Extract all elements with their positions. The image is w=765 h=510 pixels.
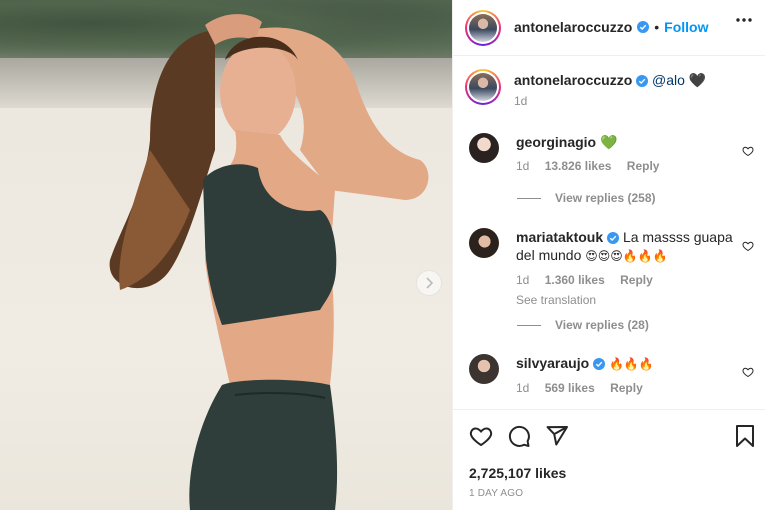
caption-mention[interactable]: @alo <box>652 72 685 88</box>
paper-plane-icon[interactable] <box>545 424 569 448</box>
caption-emoji: 🖤 <box>688 72 707 88</box>
heart-icon[interactable] <box>742 240 754 252</box>
view-replies-button[interactable]: View replies (28) <box>517 318 649 332</box>
photo-subject <box>109 14 429 510</box>
comment-emoji: 💚 <box>600 134 618 150</box>
post-date[interactable]: 1 DAY AGO <box>469 488 523 499</box>
separator-dot: • <box>654 19 660 35</box>
reply-button[interactable]: Reply <box>620 273 653 287</box>
post-header: antonelaroccuzzo • Follow <box>453 0 765 56</box>
post-actions: 2,725,107 likes 1 DAY AGO <box>453 410 765 510</box>
caption-time: 1d <box>514 94 528 108</box>
follow-button[interactable]: Follow <box>664 19 708 35</box>
comment-likes[interactable]: 569 likes <box>545 381 595 395</box>
comment-emoji: 😍😍😍🔥🔥🔥 <box>585 249 668 263</box>
bookmark-icon[interactable] <box>735 424 755 448</box>
comment-time: 1d <box>516 273 530 287</box>
comment-username[interactable]: silvyaraujo <box>516 355 589 371</box>
chevron-right-icon <box>426 277 434 289</box>
comment-item: silvyaraujo 🔥🔥🔥 1d 569 likes Reply <box>469 354 754 404</box>
comment-likes[interactable]: 1.360 likes <box>545 273 605 287</box>
commenter-avatar[interactable] <box>469 228 499 258</box>
verified-badge-icon <box>637 21 650 33</box>
author-avatar[interactable] <box>465 10 501 46</box>
comment-username[interactable]: georginagio <box>516 134 596 150</box>
comments-section: antonelaroccuzzo @alo 🖤 1d georginagio 💚… <box>453 56 765 410</box>
post-photo[interactable] <box>0 0 452 510</box>
comment-icon[interactable] <box>507 424 531 448</box>
heart-icon[interactable] <box>469 424 493 448</box>
verified-badge-icon <box>636 75 649 88</box>
comment-time: 1d <box>516 159 530 173</box>
caption-username[interactable]: antonelaroccuzzo <box>514 72 632 88</box>
commenter-avatar[interactable] <box>469 354 499 384</box>
comment-item: georginagio 💚 1d 13.826 likes Reply <box>469 133 754 183</box>
heart-icon[interactable] <box>742 366 754 378</box>
comment-item: mariataktouk La massss guapa del mundo 😍… <box>469 228 754 308</box>
verified-badge-icon <box>593 358 606 371</box>
comment-time: 1d <box>516 381 530 395</box>
author-username[interactable]: antonelaroccuzzo <box>514 19 632 35</box>
author-line: antonelaroccuzzo • Follow <box>514 19 708 35</box>
comment-username[interactable]: mariataktouk <box>516 229 603 245</box>
caption-avatar[interactable] <box>465 69 501 105</box>
heart-icon[interactable] <box>742 145 754 157</box>
more-options-icon[interactable] <box>736 18 752 22</box>
comment-emoji: 🔥🔥🔥 <box>608 357 654 371</box>
like-count[interactable]: 2,725,107 likes <box>469 465 566 481</box>
reply-button[interactable]: Reply <box>610 381 643 395</box>
see-translation-button[interactable]: See translation <box>516 291 736 309</box>
post-side-panel: antonelaroccuzzo • Follow antonelaroccuz… <box>452 0 765 510</box>
commenter-avatar[interactable] <box>469 133 499 163</box>
reply-button[interactable]: Reply <box>627 159 660 173</box>
comment-likes[interactable]: 13.826 likes <box>545 159 612 173</box>
view-replies-button[interactable]: View replies (258) <box>517 191 656 205</box>
caption: antonelaroccuzzo @alo 🖤 1d <box>465 69 754 114</box>
next-photo-button[interactable] <box>416 270 442 296</box>
verified-badge-icon <box>607 232 620 245</box>
